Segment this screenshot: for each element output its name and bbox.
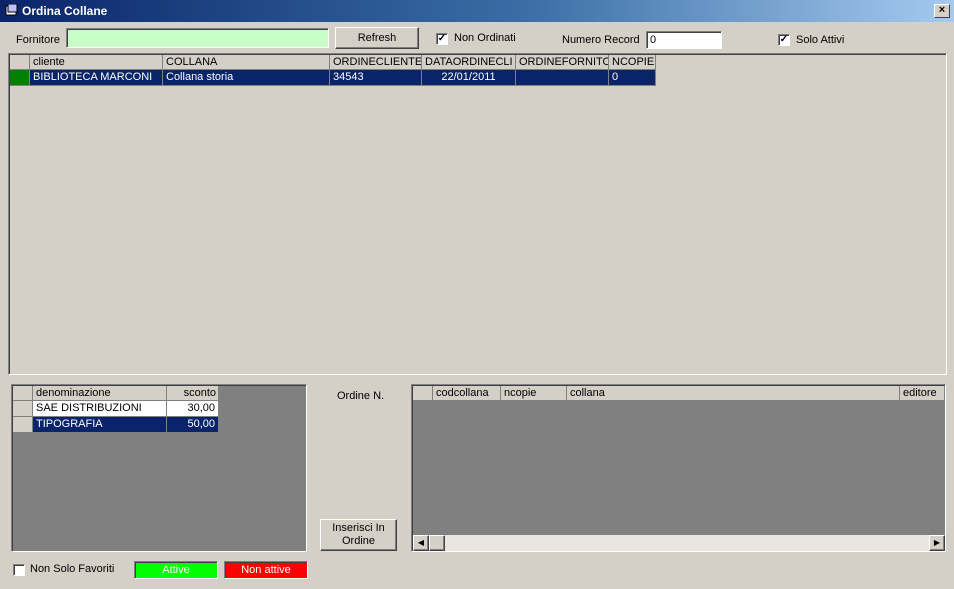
- solo-attivi-label: Solo Attivi: [796, 34, 845, 46]
- main-grid-corner: [10, 55, 30, 70]
- scroll-thumb[interactable]: [429, 535, 445, 551]
- table-cell-ordinefornito[interactable]: [516, 70, 609, 86]
- table-cell-dataordinecli[interactable]: 22/01/2011: [422, 70, 516, 86]
- non-solo-favoriti-checkbox[interactable]: [13, 564, 25, 576]
- table-cell-cliente[interactable]: BIBLIOTECA MARCONI: [30, 70, 163, 86]
- col-header-sconto[interactable]: sconto: [167, 386, 219, 401]
- col-header-dataordinecli[interactable]: DATAORDINECLI: [422, 55, 516, 70]
- col-header-editore[interactable]: editore: [900, 386, 945, 401]
- numero-record-label: Numero Record: [562, 34, 640, 46]
- col-header-cliente[interactable]: cliente: [30, 55, 163, 70]
- row-indicator[interactable]: [10, 70, 30, 86]
- solo-attivi-checkbox[interactable]: ✓: [778, 34, 790, 46]
- main-grid[interactable]: cliente COLLANA ORDINECLIENTE DATAORDINE…: [8, 53, 947, 375]
- attive-legend: Attive: [134, 561, 218, 579]
- table-cell-denominazione[interactable]: SAE DISTRIBUZIONI: [33, 401, 167, 417]
- inserisci-label-line2: Ordine: [341, 535, 376, 547]
- non-attive-legend: Non attive: [224, 561, 308, 579]
- non-ordinati-label: Non Ordinati: [454, 32, 516, 44]
- col-header-collana[interactable]: COLLANA: [163, 55, 330, 70]
- table-cell-collana[interactable]: Collana storia: [163, 70, 330, 86]
- arrow-left-icon: ◀: [417, 538, 425, 547]
- title-bar: Ordina Collane ×: [0, 0, 954, 22]
- col-header-denominazione[interactable]: denominazione: [33, 386, 167, 401]
- non-ordinati-checkbox[interactable]: ✓: [436, 33, 448, 45]
- table-cell-denominazione[interactable]: TIPOGRAFIA: [33, 417, 167, 433]
- scroll-right-button[interactable]: ▶: [929, 535, 945, 551]
- col-header-collana[interactable]: collana: [567, 386, 900, 401]
- row-indicator[interactable]: [13, 417, 33, 433]
- col-header-ncopie[interactable]: NCOPIE: [609, 55, 656, 70]
- inserisci-label-line1: Inserisci In: [332, 522, 385, 534]
- window-title: Ordina Collane: [22, 4, 108, 18]
- ordine-label: Ordine N.: [337, 390, 385, 402]
- col-header-ordinecliente[interactable]: ORDINECLIENTE: [330, 55, 422, 70]
- table-cell-ordinecliente[interactable]: 34543: [330, 70, 422, 86]
- table-cell-sconto[interactable]: 30,00: [167, 401, 219, 417]
- table-cell-sconto[interactable]: 50,00: [167, 417, 219, 433]
- app-icon: [5, 4, 18, 16]
- fornitore-input[interactable]: [66, 28, 329, 48]
- order-grid-corner: [413, 386, 433, 401]
- numero-record-input[interactable]: [646, 31, 722, 49]
- row-indicator[interactable]: [13, 401, 33, 417]
- suppliers-grid[interactable]: denominazione sconto SAE DISTRIBUZIONI 3…: [11, 384, 307, 552]
- suppliers-grid-corner: [13, 386, 33, 401]
- table-cell-ncopie[interactable]: 0: [609, 70, 656, 86]
- order-grid[interactable]: codcollana ncopie collana editore ◀ ▶: [411, 384, 946, 552]
- col-header-ordinefornito[interactable]: ORDINEFORNITO: [516, 55, 609, 70]
- arrow-right-icon: ▶: [933, 538, 941, 547]
- col-header-codcollana[interactable]: codcollana: [433, 386, 501, 401]
- horizontal-scrollbar[interactable]: ◀ ▶: [413, 535, 945, 551]
- inserisci-in-ordine-button[interactable]: Inserisci In Ordine: [320, 519, 397, 551]
- fornitore-label: Fornitore: [16, 34, 61, 46]
- col-header-ncopie[interactable]: ncopie: [501, 386, 567, 401]
- scroll-left-button[interactable]: ◀: [413, 535, 429, 551]
- non-solo-favoriti-label: Non Solo Favoriti: [30, 563, 115, 575]
- refresh-button[interactable]: Refresh: [335, 27, 419, 49]
- close-button[interactable]: ×: [934, 4, 950, 18]
